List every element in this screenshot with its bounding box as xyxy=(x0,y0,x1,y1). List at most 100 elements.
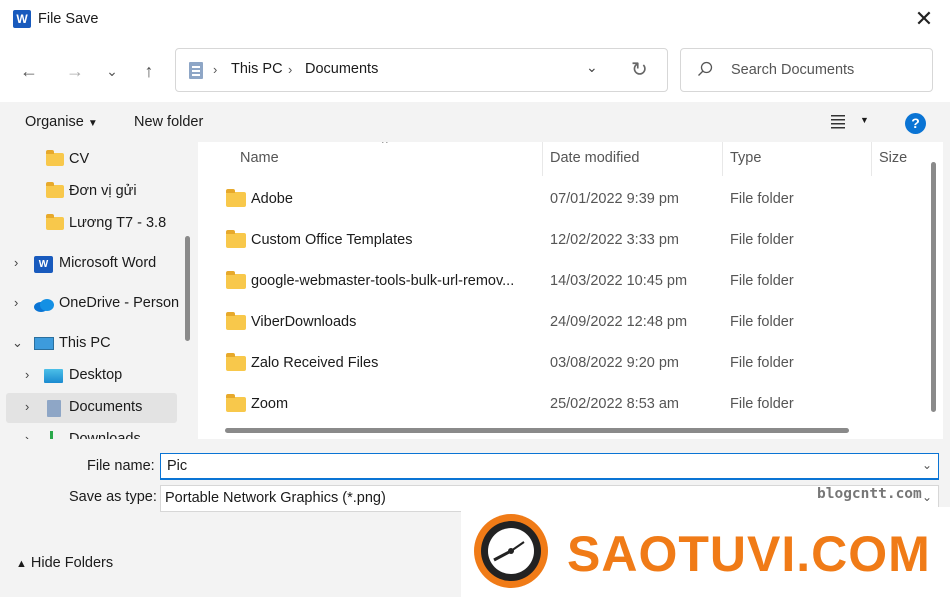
hide-folders-button[interactable]: ▲ Hide Folders xyxy=(16,555,113,571)
chevron-right-icon[interactable]: › xyxy=(25,399,29,414)
table-row[interactable]: google-webmaster-tools-bulk-url-remov...… xyxy=(198,264,928,300)
table-row[interactable]: Zoom 25/02/2022 8:53 am File folder xyxy=(198,387,928,423)
file-name: Zalo Received Files xyxy=(251,355,379,371)
breadcrumb-documents[interactable]: Documents xyxy=(305,61,378,77)
view-options-icon[interactable] xyxy=(829,113,847,129)
save-as-type-label: Save as type: xyxy=(69,489,157,505)
horizontal-scrollbar[interactable] xyxy=(225,428,849,433)
sidebar-item-label: Microsoft Word xyxy=(59,255,157,271)
search-icon xyxy=(698,61,713,76)
folder-icon xyxy=(46,182,64,198)
column-divider[interactable] xyxy=(542,142,543,176)
breadcrumb-chevron-icon[interactable]: › xyxy=(213,62,217,77)
saotuvi-watermark: SAOTUVI.COM xyxy=(461,507,950,597)
file-type: File folder xyxy=(730,232,794,248)
saotuvi-brand: SAOTUVI.COM xyxy=(567,526,931,582)
file-name: Zoom xyxy=(251,396,289,412)
table-row[interactable]: ViberDownloads 24/09/2022 12:48 pm File … xyxy=(198,305,928,341)
chevron-down-icon[interactable]: ⌄ xyxy=(922,458,932,472)
sidebar-item-label: Documents xyxy=(69,399,143,415)
title-bar: W File Save ✕ xyxy=(0,0,950,38)
table-row[interactable]: Zalo Received Files 03/08/2022 9:20 pm F… xyxy=(198,346,928,382)
organise-label: Organise xyxy=(25,114,84,130)
sidebar-item-cv[interactable]: CV xyxy=(0,145,190,175)
dialog-title: File Save xyxy=(38,11,99,27)
up-arrow-icon[interactable]: ↑ xyxy=(136,58,162,84)
chevron-down-icon[interactable]: ⌄ xyxy=(12,335,23,351)
breadcrumb-chevron-icon[interactable]: › xyxy=(288,62,292,77)
folder-icon xyxy=(46,214,64,230)
sidebar-item-luong-t7[interactable]: Lương T7 - 3.8 xyxy=(0,209,190,239)
sidebar-item-label: OneDrive - Person xyxy=(59,295,180,311)
folder-icon xyxy=(226,353,246,371)
file-name-input[interactable] xyxy=(167,458,907,474)
new-folder-button[interactable]: New folder xyxy=(134,114,203,130)
view-dropdown-icon[interactable]: ▼ xyxy=(860,115,869,125)
recent-locations-icon[interactable]: ⌄ xyxy=(99,58,125,84)
file-name: Custom Office Templates xyxy=(251,232,413,248)
chevron-right-icon[interactable]: › xyxy=(25,367,29,382)
word-icon: W xyxy=(34,256,53,273)
address-bar[interactable]: › This PC › Documents ⌄ ↻ xyxy=(175,48,668,92)
file-type: File folder xyxy=(730,355,794,371)
sidebar-item-label: Đơn vị gửi xyxy=(69,183,137,199)
vertical-scrollbar[interactable] xyxy=(931,162,936,412)
hide-folders-label: Hide Folders xyxy=(30,555,114,571)
sidebar-item-don-vi-gui[interactable]: Đơn vị gửi xyxy=(0,177,190,207)
file-name-field[interactable]: ⌄ xyxy=(160,453,939,480)
column-header-type[interactable]: Type xyxy=(730,150,761,166)
column-header-size[interactable]: Size xyxy=(879,150,907,166)
table-row[interactable]: Custom Office Templates 12/02/2022 3:33 … xyxy=(198,223,928,259)
column-divider[interactable] xyxy=(722,142,723,176)
file-name: ViberDownloads xyxy=(251,314,357,330)
desktop-icon xyxy=(44,369,63,383)
navigation-pane-scrollbar[interactable] xyxy=(185,236,190,341)
file-list[interactable]: ^ Name Date modified Type Size Adobe 07/… xyxy=(198,142,943,439)
file-type: File folder xyxy=(730,396,794,412)
sidebar-item-onedrive[interactable]: › OneDrive - Person xyxy=(0,289,190,319)
file-date: 24/09/2022 12:48 pm xyxy=(550,314,688,330)
back-arrow-icon[interactable]: ← xyxy=(16,58,42,84)
file-date: 07/01/2022 9:39 pm xyxy=(550,191,679,207)
search-box[interactable]: Search Documents xyxy=(680,48,933,92)
help-button[interactable]: ? xyxy=(905,113,926,134)
file-date: 12/02/2022 3:33 pm xyxy=(550,232,679,248)
address-dropdown-icon[interactable]: ⌄ xyxy=(586,59,598,76)
file-name: google-webmaster-tools-bulk-url-remov... xyxy=(251,273,515,289)
chevron-right-icon[interactable]: › xyxy=(25,431,29,439)
documents-icon xyxy=(47,400,61,417)
column-divider[interactable] xyxy=(871,142,872,176)
breadcrumb-this-pc[interactable]: This PC xyxy=(231,61,283,77)
caret-up-icon: ▲ xyxy=(16,558,27,570)
table-row[interactable]: Adobe 07/01/2022 9:39 pm File folder xyxy=(198,182,928,218)
refresh-icon[interactable]: ↻ xyxy=(631,57,648,82)
search-placeholder[interactable]: Search Documents xyxy=(731,62,854,78)
folder-icon xyxy=(46,150,64,166)
caret-down-icon: ▼ xyxy=(87,118,98,129)
save-as-type-value: Portable Network Graphics (*.png) xyxy=(165,490,386,506)
chevron-right-icon[interactable]: › xyxy=(14,295,18,310)
word-icon: W xyxy=(13,10,31,28)
forward-arrow-icon[interactable]: → xyxy=(62,58,88,84)
chevron-down-icon[interactable]: ⌄ xyxy=(922,490,932,504)
navigation-pane[interactable]: CV Đơn vị gửi Lương T7 - 3.8 › W Microso… xyxy=(0,142,195,439)
file-type: File folder xyxy=(730,191,794,207)
sidebar-item-downloads[interactable]: › Downloads xyxy=(0,425,190,439)
close-button[interactable]: ✕ xyxy=(908,4,940,34)
chevron-right-icon[interactable]: › xyxy=(14,255,18,270)
column-header-name[interactable]: Name xyxy=(240,150,279,166)
sidebar-item-documents[interactable]: › Documents xyxy=(6,393,177,423)
sidebar-item-this-pc[interactable]: ⌄ This PC xyxy=(0,329,190,359)
sidebar-item-desktop[interactable]: › Desktop xyxy=(0,361,190,391)
file-name: Adobe xyxy=(251,191,293,207)
sidebar-item-label: Desktop xyxy=(69,367,123,383)
file-type: File folder xyxy=(730,314,794,330)
folder-icon xyxy=(226,312,246,330)
folder-icon xyxy=(226,271,246,289)
command-bar: Organise ▼ New folder ▼ ? xyxy=(0,102,950,142)
column-header-date-modified[interactable]: Date modified xyxy=(550,150,639,166)
folder-icon xyxy=(226,394,246,412)
file-date: 25/02/2022 8:53 am xyxy=(550,396,679,412)
organise-menu-button[interactable]: Organise ▼ xyxy=(25,114,98,130)
sidebar-item-microsoft-word[interactable]: › W Microsoft Word xyxy=(0,249,190,279)
